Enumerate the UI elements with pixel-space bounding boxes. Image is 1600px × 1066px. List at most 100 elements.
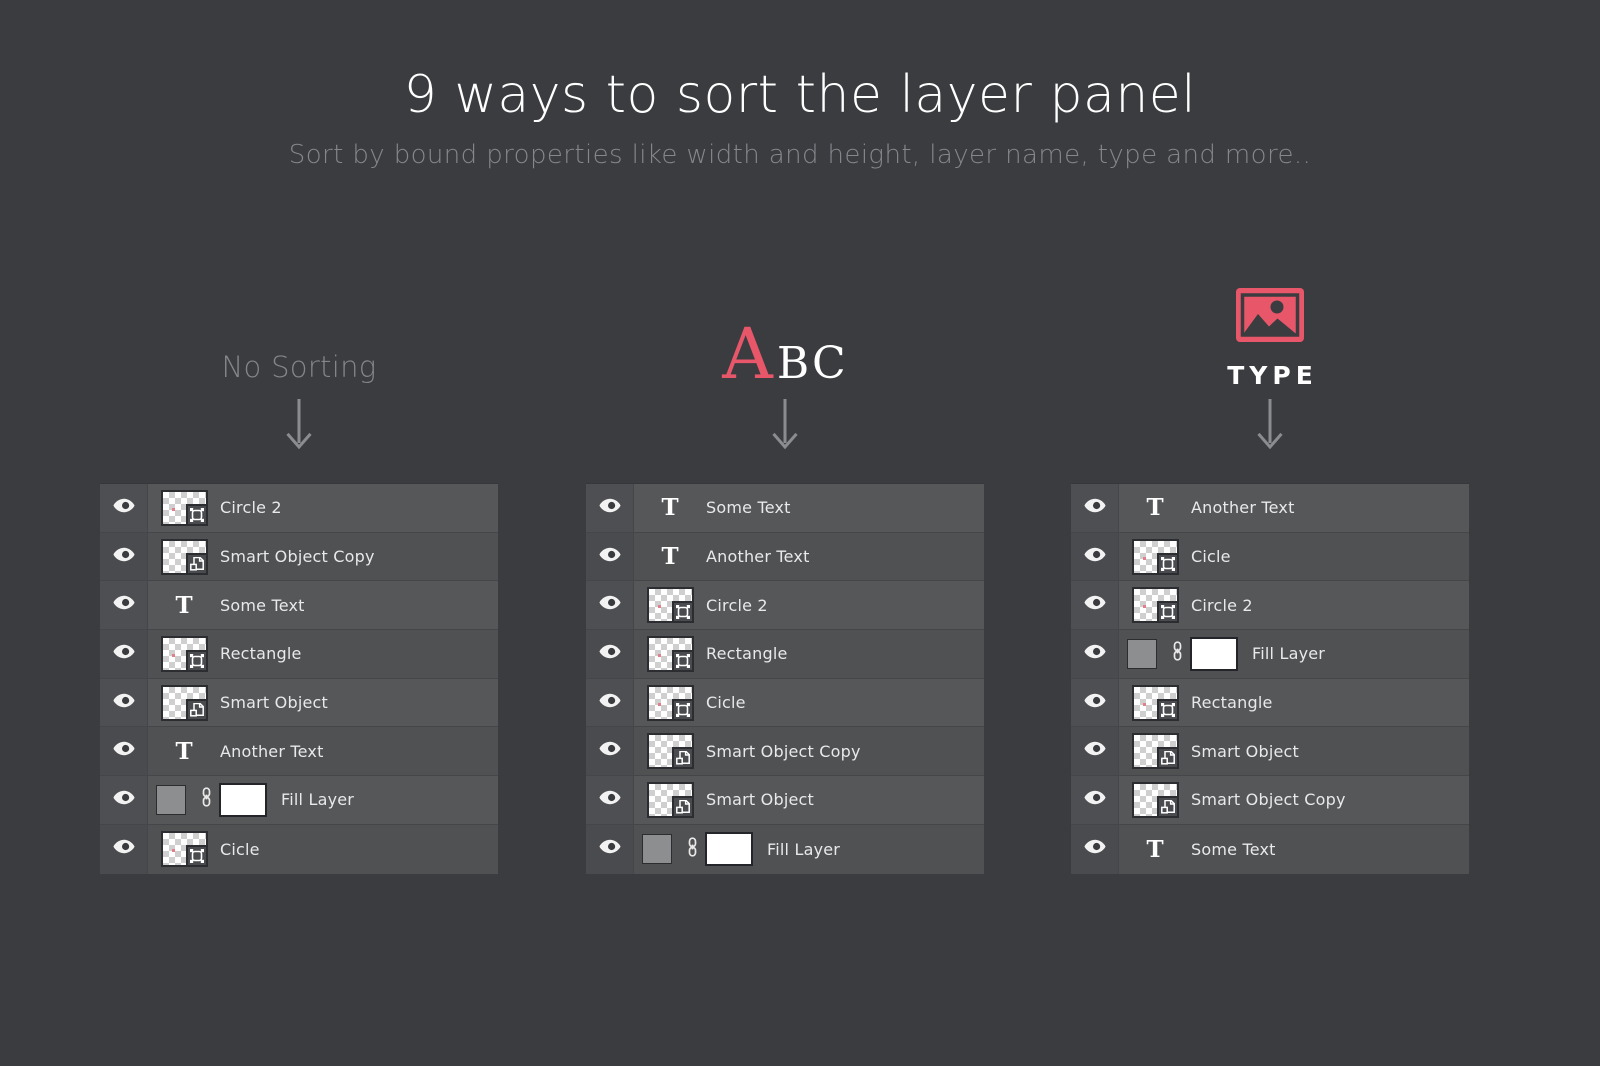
layer-visibility-toggle[interactable]: [100, 484, 148, 532]
layer-row[interactable]: Smart Object: [100, 678, 498, 728]
eye-icon[interactable]: [598, 498, 621, 518]
eye-icon[interactable]: [1083, 839, 1106, 859]
layer-row[interactable]: Cicle: [586, 678, 984, 728]
layer-row[interactable]: Fill Layer: [1071, 630, 1469, 679]
mask-link-toggle[interactable]: [193, 786, 219, 813]
layer-row[interactable]: T Another Text: [100, 727, 498, 777]
layer-row[interactable]: T Another Text: [1071, 484, 1469, 533]
eye-icon[interactable]: [1083, 741, 1106, 761]
layer-visibility-toggle[interactable]: [100, 581, 148, 630]
layer-thumbnail-shape[interactable]: [148, 489, 220, 526]
layer-thumbnail-shape[interactable]: [634, 684, 706, 721]
layer-row[interactable]: Fill Layer: [100, 776, 498, 825]
link-mask-icon[interactable]: [686, 836, 699, 863]
eye-icon[interactable]: [112, 839, 135, 859]
layer-thumbnail-shape[interactable]: [148, 635, 220, 672]
layer-thumbnail-text[interactable]: T: [148, 740, 220, 763]
layer-row[interactable]: T Some Text: [100, 581, 498, 631]
layer-visibility-toggle[interactable]: [586, 727, 634, 776]
eye-icon[interactable]: [112, 644, 135, 664]
layer-panel-no-sorting[interactable]: Circle 2 Smart Object Copy T Some Text R…: [100, 483, 498, 874]
layer-row[interactable]: Rectangle: [1071, 678, 1469, 728]
layer-row[interactable]: Cicle: [1071, 532, 1469, 582]
layer-row[interactable]: Fill Layer: [586, 824, 984, 874]
layer-visibility-toggle[interactable]: [1071, 532, 1119, 581]
layer-visibility-toggle[interactable]: [586, 484, 634, 532]
layer-row[interactable]: Smart Object Copy: [100, 532, 498, 582]
link-mask-icon[interactable]: [200, 786, 213, 813]
layer-visibility-toggle[interactable]: [1071, 484, 1119, 532]
layer-thumbnail-text[interactable]: T: [148, 594, 220, 617]
layer-thumbnail-shape[interactable]: [1119, 684, 1191, 721]
layer-visibility-toggle[interactable]: [1071, 630, 1119, 678]
fill-layer-swatch[interactable]: [1119, 638, 1164, 669]
layer-thumbnail-shape[interactable]: [634, 635, 706, 672]
eye-icon[interactable]: [112, 595, 135, 615]
mask-link-toggle[interactable]: [1164, 640, 1190, 667]
eye-icon[interactable]: [1083, 498, 1106, 518]
layer-visibility-toggle[interactable]: [586, 581, 634, 630]
fill-layer-swatch[interactable]: [634, 834, 679, 865]
layer-thumbnail-shape[interactable]: [1119, 587, 1191, 624]
eye-icon[interactable]: [598, 644, 621, 664]
eye-icon[interactable]: [598, 839, 621, 859]
eye-icon[interactable]: [598, 595, 621, 615]
layer-panel-alphabetical[interactable]: T Some Text T Another Text Circle 2 Rect…: [586, 483, 984, 874]
layer-visibility-toggle[interactable]: [100, 727, 148, 776]
layer-mask-thumbnail[interactable]: [705, 832, 767, 867]
eye-icon[interactable]: [1083, 790, 1106, 810]
layer-visibility-toggle[interactable]: [586, 678, 634, 727]
layer-row[interactable]: T Some Text: [586, 484, 984, 533]
layer-thumbnail-smart-object[interactable]: [148, 538, 220, 575]
layer-visibility-toggle[interactable]: [586, 776, 634, 824]
layer-row[interactable]: Smart Object: [1071, 727, 1469, 777]
mask-link-toggle[interactable]: [679, 836, 705, 863]
layer-thumbnail-shape[interactable]: [1119, 538, 1191, 575]
layer-thumbnail-text[interactable]: T: [634, 545, 706, 568]
eye-icon[interactable]: [1083, 595, 1106, 615]
layer-visibility-toggle[interactable]: [1071, 581, 1119, 630]
layer-row[interactable]: Smart Object Copy: [586, 727, 984, 777]
eye-icon[interactable]: [1083, 644, 1106, 664]
layer-thumbnail-smart-object[interactable]: [148, 684, 220, 721]
layer-visibility-toggle[interactable]: [1071, 824, 1119, 874]
layer-visibility-toggle[interactable]: [1071, 776, 1119, 824]
fill-layer-swatch[interactable]: [148, 784, 193, 815]
link-mask-icon[interactable]: [1171, 640, 1184, 667]
layer-mask-thumbnail[interactable]: [1190, 636, 1252, 671]
eye-icon[interactable]: [598, 693, 621, 713]
layer-visibility-toggle[interactable]: [586, 630, 634, 678]
eye-icon[interactable]: [112, 693, 135, 713]
layer-row[interactable]: T Some Text: [1071, 824, 1469, 874]
layer-thumbnail-text[interactable]: T: [1119, 838, 1191, 861]
layer-thumbnail-shape[interactable]: [148, 831, 220, 868]
layer-visibility-toggle[interactable]: [100, 776, 148, 824]
layer-visibility-toggle[interactable]: [100, 678, 148, 727]
layer-visibility-toggle[interactable]: [100, 824, 148, 874]
eye-icon[interactable]: [1083, 547, 1106, 567]
layer-row[interactable]: Cicle: [100, 824, 498, 874]
eye-icon[interactable]: [1083, 693, 1106, 713]
layer-thumbnail-smart-object[interactable]: [1119, 733, 1191, 770]
layer-visibility-toggle[interactable]: [586, 824, 634, 874]
layer-row[interactable]: Smart Object: [586, 776, 984, 825]
layer-thumbnail-smart-object[interactable]: [1119, 781, 1191, 818]
eye-icon[interactable]: [598, 741, 621, 761]
eye-icon[interactable]: [112, 498, 135, 518]
eye-icon[interactable]: [598, 790, 621, 810]
layer-thumbnail-smart-object[interactable]: [634, 781, 706, 818]
layer-thumbnail-shape[interactable]: [634, 587, 706, 624]
layer-thumbnail-smart-object[interactable]: [634, 733, 706, 770]
layer-row[interactable]: Circle 2: [1071, 581, 1469, 631]
layer-row[interactable]: T Another Text: [586, 532, 984, 582]
layer-thumbnail-text[interactable]: T: [1119, 496, 1191, 519]
layer-row[interactable]: Rectangle: [100, 630, 498, 679]
eye-icon[interactable]: [598, 547, 621, 567]
layer-visibility-toggle[interactable]: [100, 630, 148, 678]
layer-row[interactable]: Circle 2: [586, 581, 984, 631]
layer-visibility-toggle[interactable]: [586, 532, 634, 581]
layer-visibility-toggle[interactable]: [100, 532, 148, 581]
layer-panel-by-type[interactable]: T Another Text Cicle Circle 2 Fill Layer…: [1071, 483, 1469, 874]
layer-row[interactable]: Rectangle: [586, 630, 984, 679]
layer-thumbnail-text[interactable]: T: [634, 496, 706, 519]
